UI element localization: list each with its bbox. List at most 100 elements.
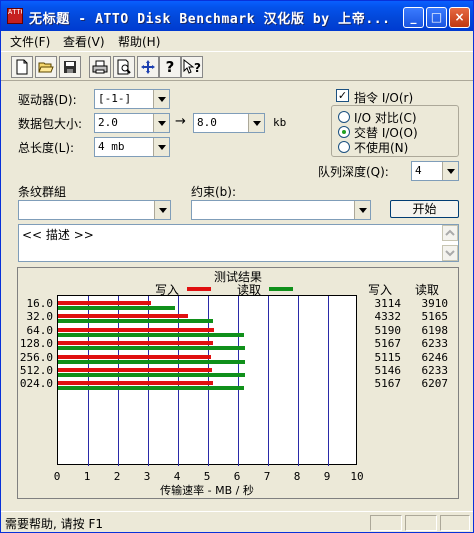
chevron-down-icon <box>358 207 367 213</box>
write-value: 5190 <box>374 323 402 337</box>
description-textarea[interactable]: << 描述 >> <box>18 224 459 262</box>
start-button[interactable]: 开始 <box>390 200 459 218</box>
save-icon <box>64 61 76 73</box>
read-bar <box>58 319 213 324</box>
queue-depth-select[interactable]: 4 <box>411 161 459 181</box>
write-value: 5146 <box>374 364 402 377</box>
grid-line <box>268 296 269 466</box>
read-bar <box>58 386 245 391</box>
grid-line <box>328 296 329 466</box>
row-size-label: 024.0 <box>19 377 53 391</box>
minimize-button[interactable]: _ <box>403 7 424 28</box>
x-tick-label: 10 <box>350 470 364 483</box>
drive-label: 驱动器(D): <box>18 93 77 107</box>
queue-depth-value: 4 <box>415 164 422 177</box>
constraint-select[interactable] <box>191 200 371 220</box>
new-button[interactable] <box>11 56 33 78</box>
x-tick-label: 9 <box>323 470 331 483</box>
print-button[interactable] <box>89 56 111 78</box>
transfer-to-value: 8.0 <box>197 116 217 129</box>
description-text: << 描述 >> <box>22 228 94 242</box>
scroll-down-icon <box>445 250 455 257</box>
read-column-header: 读取 <box>415 283 440 297</box>
row-size-label: 512.0 <box>19 364 53 377</box>
x-tick-label: 6 <box>233 470 241 483</box>
total-length-dropdown-arrow[interactable] <box>153 138 169 156</box>
constraint-label: 约束(b): <box>191 185 237 199</box>
status-text: 需要帮助, 请按 F1 <box>5 517 103 531</box>
queue-depth-dropdown-arrow[interactable] <box>442 162 458 180</box>
close-button[interactable]: × <box>449 7 470 28</box>
title-bar[interactable]: ATTO 无标题 - ATTO Disk Benchmark 汉化版 by 上帝… <box>1 1 473 31</box>
write-bar <box>58 301 152 305</box>
transfer-size-label: 数据包大小: <box>18 117 83 131</box>
read-bar <box>58 346 245 351</box>
total-length-value: 4 mb <box>98 140 125 153</box>
write-bar <box>58 327 214 332</box>
drive-select[interactable]: [-1-] <box>94 89 170 109</box>
help-button[interactable]: ? <box>159 56 181 78</box>
neither-label: 不使用(N) <box>354 141 409 155</box>
x-tick-label: 1 <box>83 470 91 483</box>
io-compare-radio[interactable] <box>338 111 350 123</box>
direct-io-checkbox[interactable]: ✓ <box>336 89 349 102</box>
x-tick-label: 3 <box>143 470 151 483</box>
queue-depth-label: 队列深度(Q): <box>318 165 389 179</box>
read-bar <box>58 306 176 310</box>
row-size-label: 32.0 <box>26 310 54 324</box>
chart-plot-area <box>57 295 357 466</box>
write-value: 4332 <box>374 310 402 324</box>
chevron-down-icon <box>157 96 166 102</box>
write-value: 5115 <box>374 350 402 364</box>
write-bar <box>58 368 213 372</box>
x-tick-label: 7 <box>263 470 271 483</box>
save-button[interactable] <box>59 56 81 78</box>
context-help-button[interactable]: ? <box>181 56 203 78</box>
overlapped-io-radio[interactable] <box>338 126 350 138</box>
drive-dropdown-arrow[interactable] <box>153 90 169 108</box>
total-length-select[interactable]: 4 mb <box>94 137 170 157</box>
grid-line <box>298 296 299 466</box>
test-results-panel: 测试结果 写入 读取 写入 读取 传输速率 - MB / 秒 012345678… <box>17 267 459 499</box>
row-size-label: 128.0 <box>19 337 53 351</box>
read-bar <box>58 373 245 377</box>
read-value: 6233 <box>421 364 449 377</box>
stripe-group-dropdown-arrow[interactable] <box>154 201 170 219</box>
close-icon: × <box>454 10 465 24</box>
scroll-down-button[interactable] <box>442 245 458 261</box>
row-size-label: 16.0 <box>26 297 54 310</box>
maximize-button[interactable]: □ <box>426 7 447 28</box>
chevron-down-icon <box>446 168 455 174</box>
transfer-to-select[interactable]: 8.0 <box>193 113 265 133</box>
scroll-up-button[interactable] <box>442 225 458 241</box>
transfer-from-select[interactable]: 2.0 <box>94 113 170 133</box>
open-icon <box>38 62 54 73</box>
read-value: 3910 <box>421 297 449 310</box>
move-icon <box>141 60 155 74</box>
write-bar <box>58 314 188 319</box>
move-button[interactable] <box>137 56 159 78</box>
svg-text:?: ? <box>194 61 201 75</box>
maximize-icon: □ <box>430 10 443 24</box>
open-button[interactable] <box>35 56 57 78</box>
stripe-group-select[interactable] <box>18 200 171 220</box>
checkmark-icon: ✓ <box>337 89 348 102</box>
drive-value: [-1-] <box>98 92 132 105</box>
status-bar: 需要帮助, 请按 F1 <box>1 511 473 532</box>
neither-radio[interactable] <box>338 141 350 153</box>
transfer-to-dropdown-arrow[interactable] <box>248 114 264 132</box>
transfer-from-dropdown-arrow[interactable] <box>153 114 169 132</box>
print-preview-button[interactable] <box>113 56 135 78</box>
constraint-dropdown-arrow[interactable] <box>354 201 370 219</box>
x-tick-label: 0 <box>53 470 61 483</box>
x-axis-label: 传输速率 - MB / 秒 <box>160 484 254 497</box>
stripe-group-label: 条纹群組 <box>18 185 67 199</box>
menu-file[interactable]: 文件(F) <box>10 33 50 50</box>
write-bar <box>58 341 213 346</box>
row-size-label: 64.0 <box>26 323 54 337</box>
transfer-unit: kb <box>273 116 287 129</box>
menu-view[interactable]: 查看(V) <box>63 33 105 50</box>
chevron-down-icon <box>157 120 166 126</box>
menu-help[interactable]: 帮助(H) <box>118 33 160 50</box>
app-icon[interactable]: ATTO <box>7 8 23 24</box>
